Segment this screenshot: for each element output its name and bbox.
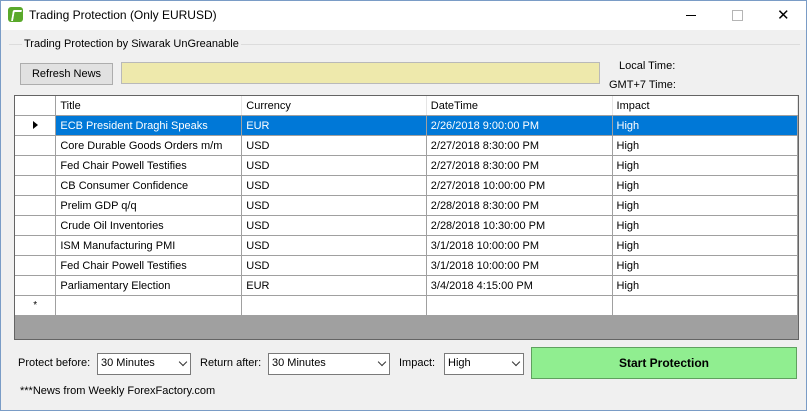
cell-impact[interactable]: High: [612, 195, 798, 216]
chevron-down-icon: [377, 357, 387, 367]
cell-impact[interactable]: High: [612, 275, 798, 296]
cell-title[interactable]: Parliamentary Election: [55, 275, 243, 296]
cell-datetime[interactable]: 3/1/2018 10:00:00 PM: [426, 255, 613, 276]
cell-currency[interactable]: USD: [241, 195, 427, 216]
gmt-time-label: GMT+7 Time:: [609, 79, 676, 91]
cell-datetime[interactable]: 2/28/2018 8:30:00 PM: [426, 195, 613, 216]
main-window: Trading Protection (Only EURUSD) ✕ Tradi…: [0, 0, 807, 411]
cell-currency[interactable]: EUR: [241, 275, 427, 296]
cell-currency[interactable]: USD: [241, 175, 427, 196]
column-header-datetime[interactable]: DateTime: [426, 96, 613, 116]
cell-impact[interactable]: High: [612, 115, 798, 136]
return-after-label: Return after:: [200, 357, 262, 369]
table-row[interactable]: Crude Oil Inventories USD 2/28/2018 10:30:…: [15, 215, 798, 236]
table-row[interactable]: Fed Chair Powell Testifies USD 3/1/2018 10…: [15, 255, 798, 276]
cell-datetime[interactable]: 2/27/2018 8:30:00 PM: [426, 155, 613, 176]
news-grid[interactable]: Title Currency DateTime Impact ECB Presi…: [14, 95, 799, 340]
app-icon: [8, 7, 23, 22]
cell-title[interactable]: Fed Chair Powell Testifies: [55, 155, 243, 176]
protect-before-select[interactable]: 30 Minutes: [97, 353, 191, 375]
cell-currency[interactable]: USD: [241, 215, 427, 236]
table-row[interactable]: Prelim GDP q/q USD 2/28/2018 8:30:00 PM Hig…: [15, 195, 798, 216]
protect-before-value: 30 Minutes: [101, 357, 155, 369]
cell-datetime[interactable]: 2/27/2018 8:30:00 PM: [426, 135, 613, 156]
cell-currency[interactable]: USD: [241, 235, 427, 256]
cell-title[interactable]: ECB President Draghi Speaks: [55, 115, 243, 136]
cell-impact[interactable]: High: [612, 175, 798, 196]
table-row[interactable]: CB Consumer Confidence USD 2/27/2018 10:00…: [15, 175, 798, 196]
cell-currency[interactable]: EUR: [241, 115, 427, 136]
cell-currency[interactable]: USD: [241, 155, 427, 176]
cell-impact[interactable]: High: [612, 155, 798, 176]
row-header[interactable]: [15, 275, 57, 296]
header-row: Title Currency DateTime Impact: [15, 96, 798, 116]
cell-title[interactable]: Crude Oil Inventories: [55, 215, 243, 236]
cell-title[interactable]: Prelim GDP q/q: [55, 195, 243, 216]
row-header[interactable]: [15, 255, 57, 276]
maximize-button[interactable]: [714, 1, 760, 30]
column-header-currency[interactable]: Currency: [241, 96, 427, 116]
impact-select[interactable]: High: [444, 353, 524, 375]
chevron-down-icon: [511, 357, 521, 367]
protect-before-label: Protect before:: [18, 357, 91, 369]
cell-datetime[interactable]: 2/27/2018 10:00:00 PM: [426, 175, 613, 196]
cell-datetime[interactable]: 2/28/2018 10:30:00 PM: [426, 215, 613, 236]
table-row[interactable]: ECB President Draghi Speaks EUR 2/26/2018 …: [15, 115, 798, 136]
cell-datetime[interactable]: 3/1/2018 10:00:00 PM: [426, 235, 613, 256]
source-footnote: ***News from Weekly ForexFactory.com: [20, 385, 216, 397]
cell-impact[interactable]: High: [612, 235, 798, 256]
row-header-corner: [15, 96, 57, 116]
cell-datetime[interactable]: 3/4/2018 4:15:00 PM: [426, 275, 613, 296]
news-status-box: [121, 62, 600, 84]
column-header-title[interactable]: Title: [55, 96, 243, 116]
cell-title[interactable]: Fed Chair Powell Testifies: [55, 255, 243, 276]
close-icon: ✕: [777, 7, 790, 24]
new-row-marker: *: [15, 295, 57, 316]
row-header[interactable]: [15, 155, 57, 176]
row-header[interactable]: [15, 175, 57, 196]
cell-currency[interactable]: USD: [241, 255, 427, 276]
news-table: Title Currency DateTime Impact ECB Presi…: [15, 96, 798, 316]
cell-impact[interactable]: High: [612, 215, 798, 236]
table-row[interactable]: Fed Chair Powell Testifies USD 2/27/2018 8…: [15, 155, 798, 176]
cell-empty[interactable]: [612, 295, 798, 316]
row-header[interactable]: [15, 135, 57, 156]
column-header-impact[interactable]: Impact: [612, 96, 798, 116]
cell-title[interactable]: ISM Manufacturing PMI: [55, 235, 243, 256]
title-bar[interactable]: Trading Protection (Only EURUSD) ✕: [1, 1, 806, 30]
group-label: Trading Protection by Siwarak UnGreanabl…: [22, 38, 241, 50]
current-row-arrow-icon: [32, 120, 38, 129]
refresh-news-button[interactable]: Refresh News: [20, 63, 113, 85]
table-row[interactable]: Core Durable Goods Orders m/m USD 2/27/201…: [15, 135, 798, 156]
window-title: Trading Protection (Only EURUSD): [29, 8, 217, 22]
return-after-value: 30 Minutes: [272, 357, 326, 369]
cell-currency[interactable]: USD: [241, 135, 427, 156]
cell-impact[interactable]: High: [612, 135, 798, 156]
cell-empty[interactable]: [241, 295, 427, 316]
minimize-button[interactable]: [668, 1, 714, 30]
cell-empty[interactable]: [426, 295, 613, 316]
impact-value: High: [448, 357, 471, 369]
cell-datetime[interactable]: 2/26/2018 9:00:00 PM: [426, 115, 613, 136]
close-button[interactable]: ✕: [760, 1, 806, 30]
table-row[interactable]: ISM Manufacturing PMI USD 3/1/2018 10:00:0…: [15, 235, 798, 256]
row-header[interactable]: [15, 235, 57, 256]
return-after-select[interactable]: 30 Minutes: [268, 353, 390, 375]
cell-impact[interactable]: High: [612, 255, 798, 276]
local-time-label: Local Time:: [619, 60, 676, 72]
start-protection-button[interactable]: Start Protection: [531, 347, 797, 379]
row-header[interactable]: [15, 215, 57, 236]
cell-empty[interactable]: [55, 295, 243, 316]
cell-title[interactable]: Core Durable Goods Orders m/m: [55, 135, 243, 156]
impact-label: Impact:: [399, 357, 436, 369]
table-row[interactable]: Parliamentary Election EUR 3/4/2018 4:15:0…: [15, 275, 798, 296]
cell-title[interactable]: CB Consumer Confidence: [55, 175, 243, 196]
new-row[interactable]: *: [15, 295, 798, 316]
row-header[interactable]: [15, 115, 57, 136]
row-header[interactable]: [15, 195, 57, 216]
chevron-down-icon: [178, 357, 188, 367]
